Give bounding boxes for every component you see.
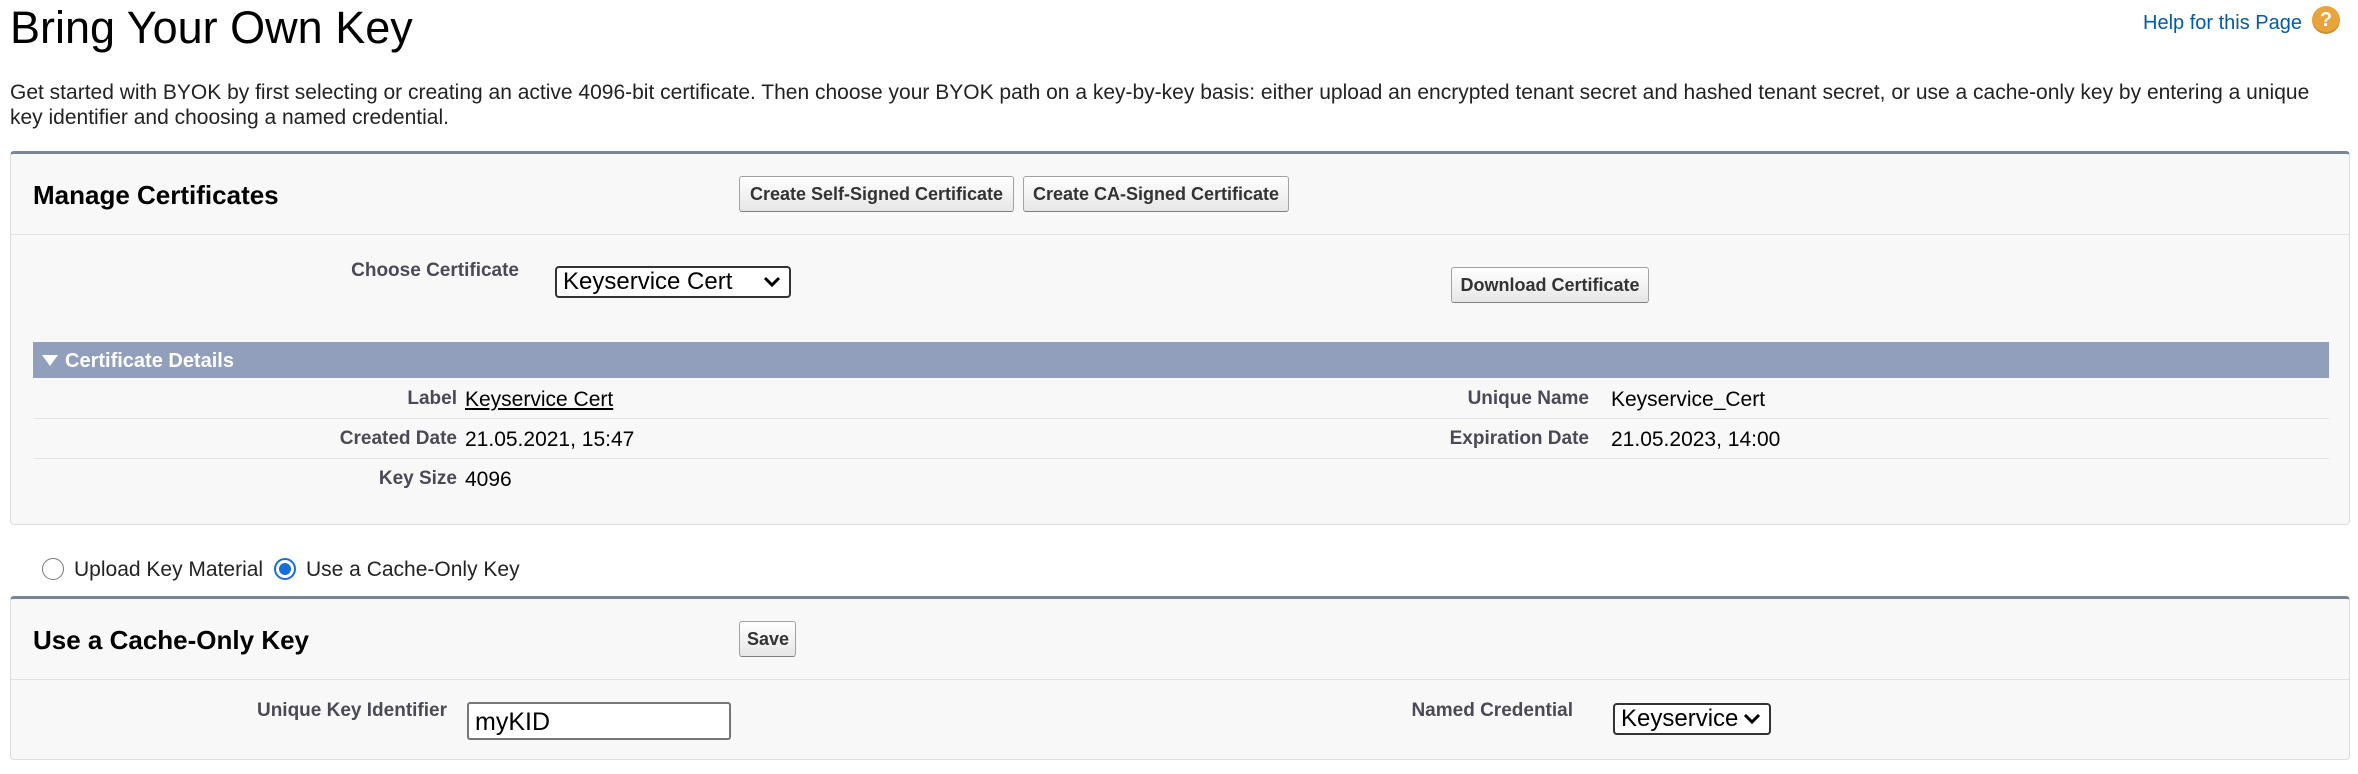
detail-row: Label Keyservice Cert Unique Name Keyser… bbox=[33, 378, 2329, 419]
help-link[interactable]: Help for this Page bbox=[2143, 12, 2302, 35]
unique-key-identifier-label: Unique Key Identifier bbox=[256, 700, 447, 721]
unique-name-value: Keyservice_Cert bbox=[1611, 388, 1766, 411]
cache-only-key-header: Use a Cache-Only Key Save bbox=[11, 599, 2349, 680]
cache-only-key-title: Use a Cache-Only Key bbox=[33, 625, 310, 655]
unique-name-label: Unique Name bbox=[1467, 388, 1589, 409]
created-date-label: Created Date bbox=[339, 428, 457, 449]
help-icon[interactable]: ? bbox=[2312, 6, 2340, 34]
page-title: Bring Your Own Key bbox=[10, 2, 413, 53]
label-label: Label bbox=[407, 388, 457, 409]
create-self-signed-certificate-button[interactable]: Create Self-Signed Certificate bbox=[739, 176, 1014, 212]
manage-certificates-panel: Manage Certificates Create Self-Signed C… bbox=[10, 151, 2350, 525]
save-button[interactable]: Save bbox=[739, 621, 796, 657]
key-size-value: 4096 bbox=[465, 468, 512, 491]
label-value-link[interactable]: Keyservice Cert bbox=[465, 388, 613, 412]
byok-page: Bring Your Own Key Help for this Page ? … bbox=[0, 0, 2358, 774]
choose-certificate-label: Choose Certificate bbox=[351, 260, 519, 281]
manage-certificates-title: Manage Certificates bbox=[33, 180, 279, 210]
key-size-label: Key Size bbox=[378, 468, 457, 489]
named-credential-value: Keyservice bbox=[1621, 705, 1739, 732]
cache-only-key-panel: Use a Cache-Only Key Save Unique Key Ide… bbox=[10, 596, 2350, 760]
use-cache-only-key-radio[interactable] bbox=[274, 558, 296, 580]
chevron-down-icon bbox=[1743, 713, 1761, 725]
certificate-details-header[interactable]: Certificate Details bbox=[33, 342, 2329, 378]
unique-key-identifier-input[interactable]: myKID bbox=[467, 702, 731, 740]
upload-key-material-label[interactable]: Upload Key Material bbox=[74, 558, 263, 582]
download-certificate-button[interactable]: Download Certificate bbox=[1451, 267, 1649, 303]
expiration-date-value: 21.05.2023, 14:00 bbox=[1611, 428, 1781, 451]
detail-row: Key Size 4096 bbox=[33, 458, 2329, 498]
collapse-triangle-icon bbox=[42, 355, 58, 366]
choose-certificate-value: Keyservice Cert bbox=[563, 268, 733, 295]
choose-certificate-select[interactable]: Keyservice Cert bbox=[555, 266, 791, 298]
chevron-down-icon bbox=[763, 276, 781, 288]
named-credential-select[interactable]: Keyservice bbox=[1613, 703, 1771, 735]
certificate-details-title: Certificate Details bbox=[65, 350, 234, 372]
manage-certificates-header: Manage Certificates Create Self-Signed C… bbox=[11, 154, 2349, 235]
intro-text: Get started with BYOK by first selecting… bbox=[10, 81, 2310, 129]
detail-row: Created Date 21.05.2021, 15:47 Expiratio… bbox=[33, 418, 2329, 459]
created-date-value: 21.05.2021, 15:47 bbox=[465, 428, 635, 451]
named-credential-label: Named Credential bbox=[1411, 700, 1573, 721]
create-ca-signed-certificate-button[interactable]: Create CA-Signed Certificate bbox=[1023, 176, 1289, 212]
use-cache-only-key-label[interactable]: Use a Cache-Only Key bbox=[306, 558, 520, 582]
expiration-date-label: Expiration Date bbox=[1449, 428, 1589, 449]
upload-key-material-radio[interactable] bbox=[42, 558, 64, 580]
